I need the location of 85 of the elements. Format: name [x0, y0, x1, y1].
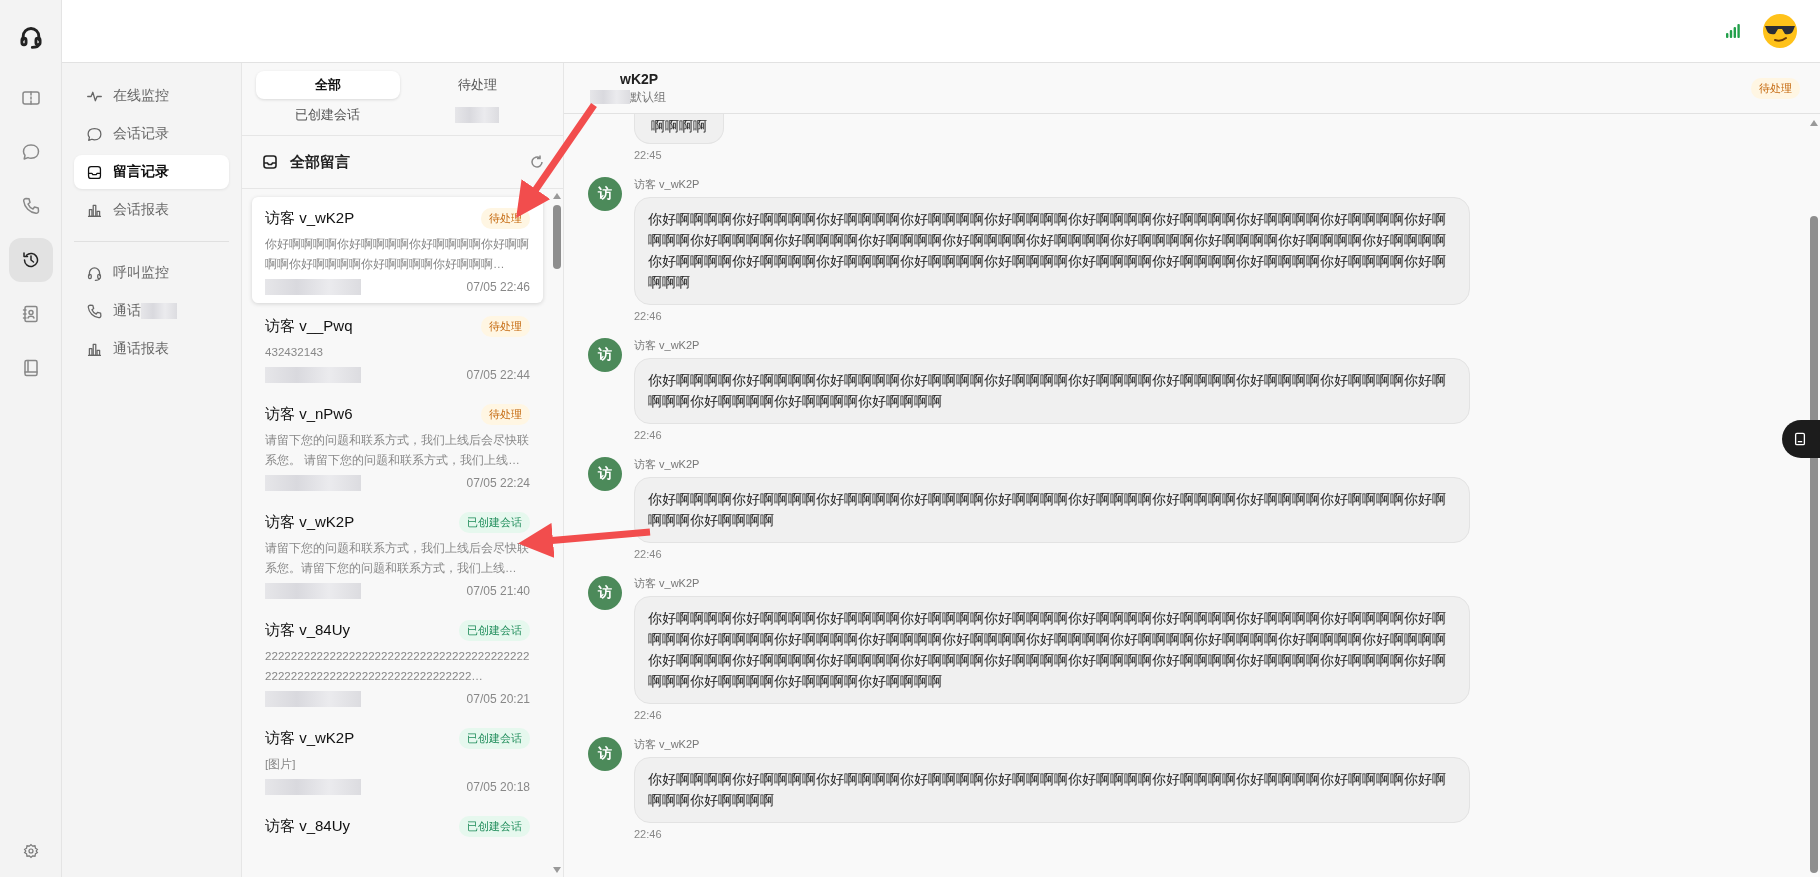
timestamp: 22:46 — [634, 709, 662, 721]
sunglasses-face-icon[interactable] — [1762, 13, 1798, 49]
timestamp: 22:46 — [634, 429, 662, 441]
chat-title: wK2P — [619, 70, 660, 87]
message-bubble: 啊啊啊啊 — [634, 114, 724, 144]
history-icon — [20, 250, 41, 270]
avatar: 访 — [588, 576, 622, 610]
refresh-icon[interactable] — [529, 154, 545, 170]
message-preview: 432432143 — [265, 344, 325, 360]
blurred-block — [590, 90, 630, 104]
timestamp: 07/05 22:46 — [466, 280, 530, 294]
status-badge: 已创建会话 — [459, 816, 530, 837]
message-card[interactable]: 访客 v__Pwq 待处理 432432143 07/05 22:44 — [252, 305, 543, 391]
speech-bubble-icon — [20, 142, 41, 162]
ticket-icon — [20, 88, 41, 108]
settings-icon[interactable] — [22, 843, 39, 859]
message-card[interactable]: 访客 v_wK2P 已创建会话 [图片] 07/05 20:18 — [252, 717, 543, 803]
filter-tab[interactable]: 已创建会话 — [256, 101, 400, 129]
status-badge: 已创建会话 — [459, 728, 530, 749]
visitor-name: 访客 v_84Uy — [265, 621, 351, 640]
phone-icon — [86, 302, 103, 320]
timestamp: 07/05 22:24 — [466, 476, 530, 490]
visitor-name: 访客 v_wK2P — [265, 729, 355, 748]
message-preview: [图片] — [265, 756, 297, 772]
message-card[interactable]: 访客 v_84Uy 已创建会话 — [252, 805, 543, 845]
nav-item[interactable]: 会话报表 — [74, 193, 229, 227]
timestamp: 07/05 20:21 — [466, 692, 530, 706]
blurred-block — [455, 107, 500, 123]
avatar: 访 — [588, 457, 622, 491]
phone-icon — [20, 196, 41, 216]
signal-icon — [1726, 24, 1740, 38]
status-badge: 待处理 — [1751, 77, 1800, 99]
message-preview: 请留下您的问题和联系方式，我们上线后会尽快联系您。 请留下您的问题和联系方式，我们上线… — [265, 432, 530, 468]
message-bubble: 你好啊啊啊啊你好啊啊啊啊你好啊啊啊啊你好啊啊啊啊你好啊啊啊啊你好啊啊啊啊你好啊啊啊啊你好啊啊啊啊你好啊啊啊啊你好啊啊啊啊你好啊啊啊啊 — [634, 477, 1470, 543]
headset-logo-icon — [17, 24, 44, 50]
book-icon — [1793, 432, 1807, 446]
history-rail-button[interactable] — [8, 238, 53, 282]
filter-tab[interactable]: 全部 — [256, 71, 400, 99]
avatar: 访 — [588, 737, 622, 771]
inbox-icon — [86, 163, 103, 181]
message-bubble: 你好啊啊啊啊你好啊啊啊啊你好啊啊啊啊你好啊啊啊啊你好啊啊啊啊你好啊啊啊啊你好啊啊啊啊你好啊啊啊啊你好啊啊啊啊你好啊啊啊啊你好啊啊啊啊 — [634, 757, 1470, 823]
nav-item[interactable]: 通话 — [74, 294, 229, 328]
message-bubble: 你好啊啊啊啊你好啊啊啊啊你好啊啊啊啊你好啊啊啊啊你好啊啊啊啊你好啊啊啊啊你好啊啊啊啊你好啊啊啊啊你好啊啊啊啊你好啊啊啊啊你好啊啊啊啊你好啊啊啊啊你好啊啊啊啊你好啊啊啊啊你好啊啊啊啊你好啊啊啊啊你好啊啊啊啊你好啊啊啊啊你好啊啊啊啊你好啊啊啊啊你好啊啊啊啊你好啊啊啊啊你好啊啊啊啊你好啊啊啊啊你好啊啊啊啊你好啊啊啊啊你好啊啊啊啊你好啊啊啊啊你好啊啊啊啊 — [634, 197, 1470, 305]
list-heading: 全部留言 — [290, 152, 351, 172]
inbox-icon — [262, 154, 278, 170]
visitor-name: 访客 v__Pwq — [265, 317, 353, 336]
nav-item[interactable]: 留言记录 — [74, 155, 229, 189]
nav-item[interactable]: 呼叫监控 — [74, 256, 229, 290]
book-button[interactable] — [1782, 420, 1820, 458]
group-label: 默认组 — [630, 88, 666, 106]
sender-name: 访客 v_wK2P — [634, 576, 700, 591]
sender-name: 访客 v_wK2P — [634, 737, 700, 752]
timestamp: 07/05 22:44 — [466, 368, 530, 382]
filter-tab[interactable]: 待处理 — [405, 71, 549, 99]
timestamp: 22:46 — [634, 310, 662, 322]
status-badge: 已创建会话 — [459, 512, 530, 533]
visitor-name: 访客 v_84Uy — [265, 817, 351, 836]
nav-item[interactable]: 会话记录 — [74, 117, 229, 151]
message-preview: 2222222222222222222222222222222222222222222222222222222222222222222222222… — [265, 648, 531, 684]
message-card[interactable]: 访客 v_84Uy 已创建会话 2222222222222222222222222222222222222222222222222222222222222222222222222… 07/05 20:21 — [252, 609, 543, 715]
message-preview: 你好啊啊啊啊你好啊啊啊啊你好啊啊啊啊你好啊啊啊啊你好啊啊啊啊你好啊啊啊啊你好啊啊啊… — [265, 236, 530, 272]
contact-book-icon — [20, 304, 41, 324]
status-badge: 待处理 — [481, 404, 530, 425]
visitor-name: 访客 v_nPw6 — [265, 405, 353, 424]
nav-item[interactable]: 通话报表 — [74, 332, 229, 366]
timestamp: 22:46 — [634, 828, 662, 840]
status-badge: 待处理 — [481, 316, 530, 337]
headset-icon — [86, 264, 103, 282]
sender-name: 访客 v_wK2P — [634, 457, 700, 472]
visitor-name: 访客 v_wK2P — [265, 209, 355, 228]
status-badge: 已创建会话 — [459, 620, 530, 641]
message-bubble: 你好啊啊啊啊你好啊啊啊啊你好啊啊啊啊你好啊啊啊啊你好啊啊啊啊你好啊啊啊啊你好啊啊啊啊你好啊啊啊啊你好啊啊啊啊你好啊啊啊啊你好啊啊啊啊你好啊啊啊啊你好啊啊啊啊你好啊啊啊啊你好啊啊啊啊你好啊啊啊啊你好啊啊啊啊你好啊啊啊啊你好啊啊啊啊你好啊啊啊啊你好啊啊啊啊你好啊啊啊啊你好啊啊啊啊你好啊啊啊啊你好啊啊啊啊你好啊啊啊啊你好啊啊啊啊你好啊啊啊啊你好啊啊啊啊你好啊啊啊啊你好啊啊啊啊你好啊啊啊啊 — [634, 596, 1470, 704]
avatar: 访 — [588, 338, 622, 372]
timestamp: 22:46 — [634, 548, 662, 560]
timestamp: 07/05 20:18 — [466, 780, 530, 794]
visitor-name: 访客 v_wK2P — [265, 513, 355, 532]
sender-name: 访客 v_wK2P — [634, 338, 700, 353]
nav-item[interactable]: 在线监控 — [74, 79, 229, 113]
message-card[interactable]: 访客 v_nPw6 待处理 请留下您的问题和联系方式，我们上线后会尽快联系您。 请留下您的问题和联系方式，我们上线… 07/05 22:24 — [252, 393, 543, 499]
speech-bubble-icon — [86, 125, 103, 143]
avatar: 访 — [588, 177, 622, 211]
sender-name: 访客 v_wK2P — [634, 177, 700, 192]
timestamp: 07/05 21:40 — [466, 584, 530, 598]
message-bubble: 你好啊啊啊啊你好啊啊啊啊你好啊啊啊啊你好啊啊啊啊你好啊啊啊啊你好啊啊啊啊你好啊啊啊啊你好啊啊啊啊你好啊啊啊啊你好啊啊啊啊你好啊啊啊啊你好啊啊啊啊你好啊啊啊啊 — [634, 358, 1470, 424]
timestamp: 22:45 — [634, 149, 662, 161]
